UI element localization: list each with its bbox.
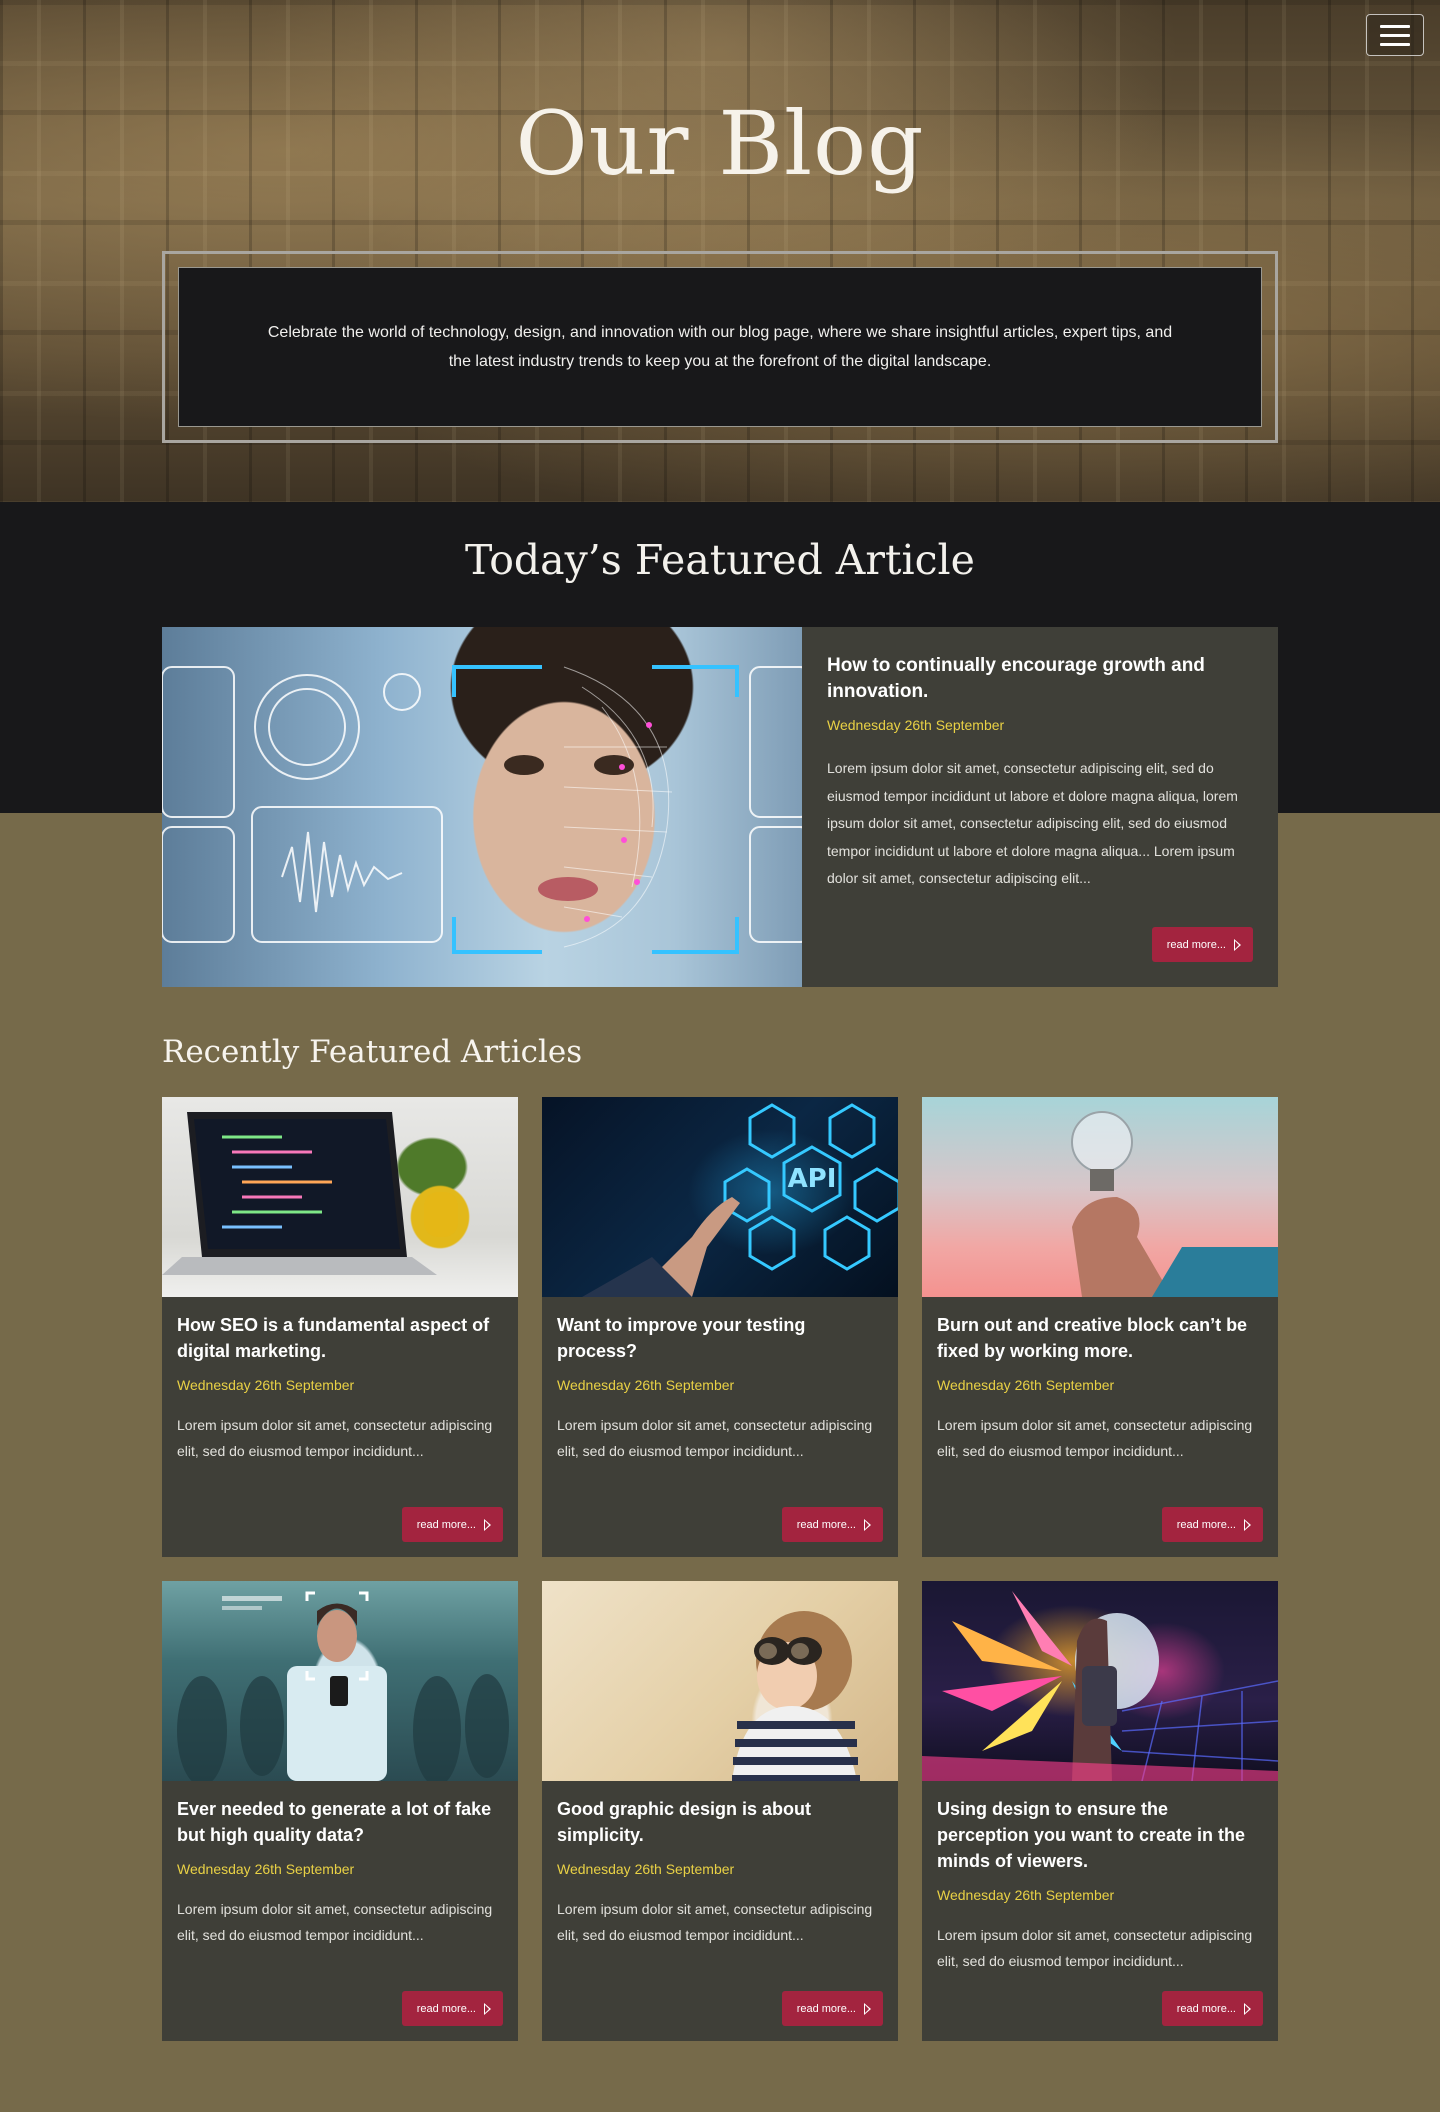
article-title[interactable]: How SEO is a fundamental aspect of digit… — [177, 1312, 503, 1364]
featured-article-date: Wednesday 26th September — [827, 717, 1005, 733]
article-title[interactable]: Using design to ensure the perception yo… — [937, 1796, 1263, 1874]
read-more-label: read more... — [416, 1518, 476, 1531]
face-recognition-illustration — [162, 665, 802, 954]
crowd-face-scan-illustration — [177, 1591, 509, 1781]
play-arrow-icon — [484, 1518, 491, 1531]
read-more-button[interactable]: read more... — [1161, 1507, 1263, 1542]
featured-heading: Today’s Featured Article — [465, 536, 975, 584]
article-date: Wednesday 26th September — [177, 1861, 355, 1877]
intro-frame: Celebrate the world of technology, desig… — [162, 251, 1278, 443]
article-card: Using design to ensure the perception yo… — [922, 1581, 1278, 2041]
read-more-button[interactable]: read more... — [1151, 927, 1253, 962]
menu-bar — [1380, 33, 1410, 37]
article-image[interactable] — [922, 1097, 1278, 1297]
article-excerpt: Lorem ipsum dolor sit amet, consectetur … — [177, 1417, 493, 1459]
read-more-button[interactable]: read more... — [1161, 1991, 1263, 2026]
read-more-label: read more... — [796, 2002, 856, 2015]
article-body: Good graphic design is about simplicity.… — [542, 1781, 898, 1948]
featured-article-body: How to continually encourage growth and … — [802, 627, 1278, 987]
article-date: Wednesday 26th September — [937, 1377, 1115, 1393]
article-body: Ever needed to generate a lot of fake bu… — [162, 1781, 518, 1948]
article-image[interactable] — [162, 1581, 518, 1781]
article-image[interactable] — [162, 1097, 518, 1297]
play-arrow-icon — [484, 2002, 491, 2015]
article-card: API Want to improve your testing process… — [542, 1097, 898, 1557]
article-date: Wednesday 26th September — [557, 1377, 735, 1393]
read-more-label: read more... — [1166, 938, 1226, 951]
article-body: How SEO is a fundamental aspect of digit… — [162, 1297, 518, 1464]
read-more-label: read more... — [1176, 1518, 1236, 1531]
article-excerpt: Lorem ipsum dolor sit amet, consectetur … — [937, 1927, 1253, 1969]
article-excerpt: Lorem ipsum dolor sit amet, consectetur … — [937, 1417, 1253, 1459]
child-binoculars-illustration — [732, 1611, 860, 1781]
play-arrow-icon — [1244, 1518, 1251, 1531]
article-title[interactable]: Want to improve your testing process? — [557, 1312, 883, 1364]
hamburger-menu-icon[interactable] — [1366, 14, 1424, 56]
play-arrow-icon — [864, 1518, 871, 1531]
recent-articles-grid: How SEO is a fundamental aspect of digit… — [162, 1097, 1278, 2041]
article-excerpt: Lorem ipsum dolor sit amet, consectetur … — [177, 1901, 493, 1943]
article-date: Wednesday 26th September — [177, 1377, 355, 1393]
article-excerpt: Lorem ipsum dolor sit amet, consectetur … — [557, 1417, 873, 1459]
article-image[interactable]: API — [542, 1097, 898, 1297]
article-date: Wednesday 26th September — [937, 1887, 1115, 1903]
featured-article-image[interactable] — [162, 627, 802, 987]
read-more-label: read more... — [796, 1518, 856, 1531]
play-arrow-icon — [1244, 2002, 1251, 2015]
article-title[interactable]: Burn out and creative block can’t be fix… — [937, 1312, 1263, 1364]
featured-article-title[interactable]: How to continually encourage growth and … — [827, 653, 1253, 705]
light-bulb-illustration — [1071, 1111, 1278, 1297]
article-title[interactable]: Good graphic design is about simplicity. — [557, 1796, 883, 1848]
laptop-illustration — [162, 1112, 458, 1275]
intro-text: Celebrate the world of technology, desig… — [267, 324, 1173, 370]
featured-article-card: How to continually encourage growth and … — [162, 627, 1278, 987]
article-card: Good graphic design is about simplicity.… — [542, 1581, 898, 2041]
read-more-button[interactable]: read more... — [781, 1991, 883, 2026]
play-arrow-icon — [864, 2002, 871, 2015]
featured-article-excerpt: Lorem ipsum dolor sit amet, consectetur … — [827, 760, 1238, 886]
neon-vr-illustration — [922, 1591, 1278, 1781]
read-more-button[interactable]: read more... — [401, 1991, 503, 2026]
article-card: Ever needed to generate a lot of fake bu… — [162, 1581, 518, 2041]
intro-box: Celebrate the world of technology, desig… — [178, 267, 1262, 427]
article-date: Wednesday 26th September — [557, 1861, 735, 1877]
article-card: Burn out and creative block can’t be fix… — [922, 1097, 1278, 1557]
article-body: Using design to ensure the perception yo… — [922, 1781, 1278, 1974]
api-hologram-illustration: API — [582, 1103, 898, 1297]
menu-bar — [1380, 42, 1410, 46]
read-more-button[interactable]: read more... — [401, 1507, 503, 1542]
article-image[interactable] — [922, 1581, 1278, 1781]
article-card: How SEO is a fundamental aspect of digit… — [162, 1097, 518, 1557]
menu-bar — [1380, 24, 1410, 28]
article-image[interactable] — [542, 1581, 898, 1781]
article-excerpt: Lorem ipsum dolor sit amet, consectetur … — [557, 1901, 873, 1943]
page-title: Our Blog — [515, 92, 925, 195]
article-body: Burn out and creative block can’t be fix… — [922, 1297, 1278, 1464]
read-more-label: read more... — [416, 2002, 476, 2015]
article-body: Want to improve your testing process? We… — [542, 1297, 898, 1464]
read-more-label: read more... — [1176, 2002, 1236, 2015]
hero-banner: Our Blog Celebrate the world of technolo… — [0, 0, 1440, 502]
svg-text:API: API — [788, 1164, 837, 1194]
read-more-button[interactable]: read more... — [781, 1507, 883, 1542]
recent-heading: Recently Featured Articles — [162, 1034, 583, 1070]
article-title[interactable]: Ever needed to generate a lot of fake bu… — [177, 1796, 503, 1848]
play-arrow-icon — [1234, 938, 1241, 951]
